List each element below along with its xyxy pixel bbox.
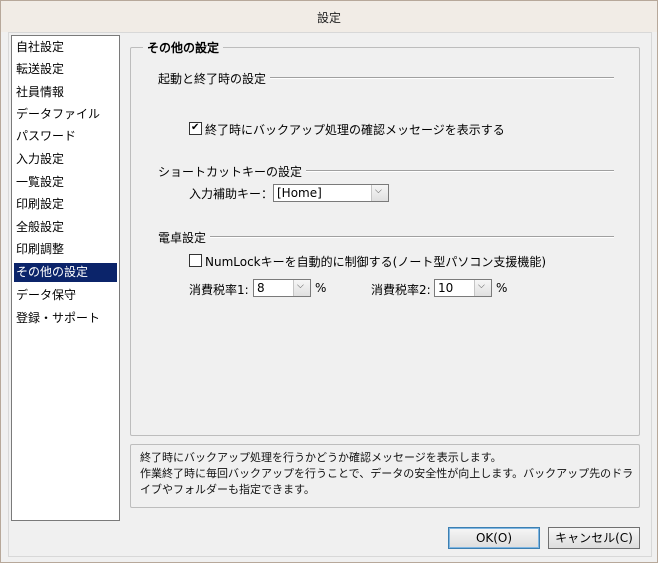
window-title: 設定 xyxy=(316,11,341,25)
tax2-value: 10 xyxy=(438,281,454,295)
shortcut-section-title: ショートカットキーの設定 xyxy=(158,163,307,180)
tax1-select[interactable]: 8 ⌵ xyxy=(253,279,311,297)
title-bar[interactable]: 設定 xyxy=(1,1,657,32)
tax1-value: 8 xyxy=(257,281,265,295)
tax2-label: 消費税率2: xyxy=(371,283,431,297)
ok-button[interactable]: OK(O) xyxy=(448,527,540,549)
sidebar-item-support[interactable]: 登録・サポート xyxy=(14,309,117,328)
description-box: 終了時にバックアップ処理を行うかどうか確認メッセージを表示します。 作業終了時に… xyxy=(130,444,640,508)
dropdown-button[interactable]: ⌵ xyxy=(474,280,491,296)
backup-confirm-checkbox[interactable]: ✔ xyxy=(189,122,202,135)
description-line-1: 終了時にバックアップ処理を行うかどうか確認メッセージを表示します。 xyxy=(140,451,502,464)
sidebar-item-list[interactable]: 一覧設定 xyxy=(14,173,117,192)
sidebar-item-input[interactable]: 入力設定 xyxy=(14,150,117,169)
description-line-2: 作業終了時に毎回バックアップを行うことで、データの安全性が向上します。バックアッ… xyxy=(140,467,634,480)
cancel-button[interactable]: キャンセル(C) xyxy=(548,527,640,549)
sidebar-item-transfer[interactable]: 転送設定 xyxy=(14,60,117,79)
sidebar-item-employee[interactable]: 社員情報 xyxy=(14,83,117,102)
dropdown-button[interactable]: ⌵ xyxy=(293,280,310,296)
sidebar-item-print-adjust[interactable]: 印刷調整 xyxy=(14,240,117,259)
sidebar-item-company[interactable]: 自社設定 xyxy=(14,38,117,57)
calculator-divider xyxy=(159,236,614,238)
group-title: その他の設定 xyxy=(143,39,224,56)
calculator-section-title: 電卓設定 xyxy=(158,229,211,246)
settings-window: 設定 自社設定 転送設定 社員情報 データファイル パスワード 入力設定 一覧設… xyxy=(0,0,658,563)
input-assist-label: 入力補助キー： xyxy=(189,187,274,201)
sidebar-item-general[interactable]: 全般設定 xyxy=(14,218,117,237)
input-assist-select[interactable]: [Home] ⌵ xyxy=(273,184,389,202)
description-line-3: イブやフォルダーも指定できます。 xyxy=(140,483,315,496)
tax1-unit: % xyxy=(315,281,327,295)
chevron-down-icon: ⌵ xyxy=(478,281,485,291)
tax1-label: 消費税率1: xyxy=(189,283,249,297)
sidebar-item-maintenance[interactable]: データ保守 xyxy=(14,286,117,305)
sidebar-item-datafile[interactable]: データファイル xyxy=(14,105,117,124)
startup-section-title: 起動と終了時の設定 xyxy=(158,70,271,87)
numlock-checkbox[interactable] xyxy=(189,254,202,267)
sidebar-item-password[interactable]: パスワード xyxy=(14,127,117,146)
tax2-select[interactable]: 10 ⌵ xyxy=(434,279,492,297)
chevron-down-icon: ⌵ xyxy=(375,186,382,196)
check-icon: ✔ xyxy=(191,122,200,133)
sidebar-item-other[interactable]: その他の設定 xyxy=(14,263,117,282)
backup-confirm-label[interactable]: 終了時にバックアップ処理の確認メッセージを表示する xyxy=(205,121,505,138)
tax2-unit: % xyxy=(496,281,508,295)
settings-category-list[interactable]: 自社設定 転送設定 社員情報 データファイル パスワード 入力設定 一覧設定 印… xyxy=(11,35,120,521)
chevron-down-icon: ⌵ xyxy=(297,281,304,291)
numlock-label[interactable]: NumLockキーを自動的に制御する(ノート型パソコン支援機能) xyxy=(205,253,546,270)
sidebar-item-print[interactable]: 印刷設定 xyxy=(14,195,117,214)
dialog-body: 自社設定 転送設定 社員情報 データファイル パスワード 入力設定 一覧設定 印… xyxy=(8,32,652,557)
dropdown-button[interactable]: ⌵ xyxy=(371,185,388,201)
input-assist-value: [Home] xyxy=(277,186,322,200)
